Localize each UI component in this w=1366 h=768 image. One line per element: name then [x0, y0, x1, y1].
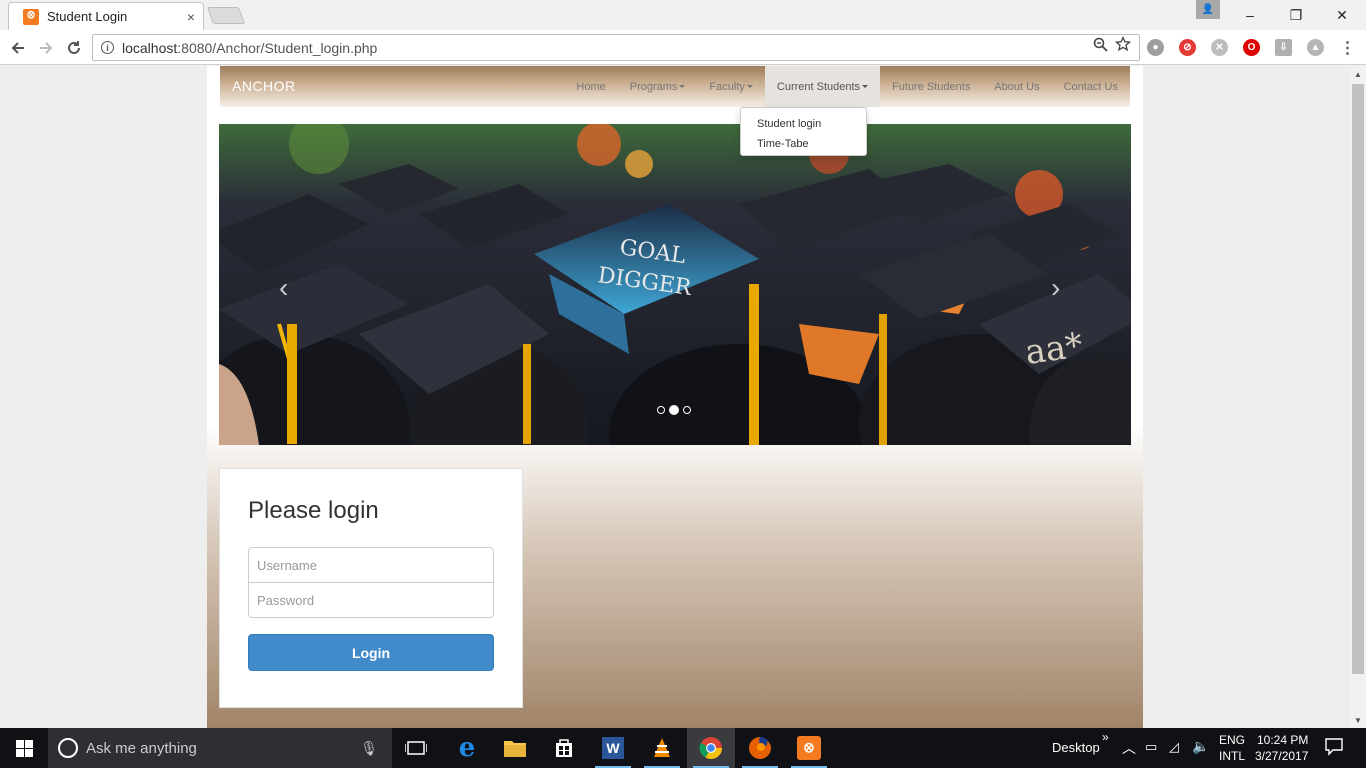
extension-block-icon[interactable]: ⊘: [1179, 39, 1196, 56]
clock-date[interactable]: 3/27/2017: [1255, 749, 1308, 763]
page-scrollbar[interactable]: ▲ ▼: [1350, 66, 1366, 728]
browser-tabstrip: ꕕ Student Login × 👤 – ❐ ✕: [0, 0, 1366, 30]
new-tab-button[interactable]: [206, 7, 246, 24]
action-center-icon[interactable]: [1325, 738, 1343, 759]
clock-time[interactable]: 10:24 PM: [1257, 733, 1308, 747]
caret-down-icon: [862, 85, 869, 88]
login-heading: Please login: [248, 497, 379, 524]
login-panel: Please login Login: [219, 468, 523, 708]
scroll-down-arrow-icon[interactable]: ▼: [1350, 712, 1366, 728]
microphone-icon[interactable]: 🎙: [360, 740, 378, 757]
toolbar-chevron-icon[interactable]: »: [1102, 730, 1109, 744]
language-indicator-bottom[interactable]: INTL: [1219, 749, 1245, 763]
close-window-button[interactable]: ✕: [1319, 0, 1365, 30]
nav-item-home[interactable]: Home: [564, 66, 617, 107]
browser-tab-active[interactable]: ꕕ Student Login ×: [8, 2, 204, 30]
caret-down-icon: [746, 85, 753, 88]
tab-close-icon[interactable]: ×: [187, 9, 195, 25]
site-navbar: ANCHOR Home Programs Faculty Current Stu…: [220, 66, 1130, 107]
dropdown-item-time-table[interactable]: Time-Tabe: [741, 134, 866, 154]
carousel-next-chevron-icon[interactable]: ›: [1051, 272, 1060, 304]
store-icon[interactable]: [540, 728, 588, 768]
url-text: localhost:8080/Anchor/Student_login.php: [122, 39, 378, 56]
extension-cross-icon[interactable]: ✕: [1211, 39, 1228, 56]
site-brand[interactable]: ANCHOR: [232, 78, 296, 94]
cortana-icon: [58, 738, 78, 758]
search-placeholder: Ask me anything: [86, 739, 197, 757]
vlc-icon[interactable]: [638, 728, 686, 768]
svg-text:aa*: aa*: [1023, 325, 1086, 373]
nav-menu: Home Programs Faculty Current Students F…: [564, 66, 1130, 107]
language-indicator-top[interactable]: ENG: [1219, 733, 1245, 747]
image-carousel: GOAL DIGGER aa* ‹ ›: [219, 124, 1131, 445]
reload-icon[interactable]: [62, 36, 86, 60]
password-input[interactable]: [248, 582, 494, 618]
file-explorer-icon[interactable]: [491, 728, 539, 768]
nav-item-about-us[interactable]: About Us: [982, 66, 1051, 107]
nav-item-current-students[interactable]: Current Students: [764, 66, 881, 107]
browser-toolbar: i localhost:8080/Anchor/Student_login.ph…: [0, 30, 1366, 65]
scrollbar-thumb[interactable]: [1352, 84, 1364, 674]
cortana-search-box[interactable]: Ask me anything 🎙: [48, 728, 392, 768]
carousel-prev-chevron-icon[interactable]: ‹: [279, 272, 288, 304]
firefox-icon[interactable]: [736, 728, 784, 768]
nav-item-programs[interactable]: Programs: [618, 66, 698, 107]
drive-extension-icon[interactable]: ▲: [1307, 39, 1324, 56]
xampp-favicon-icon: ꕕ: [23, 8, 39, 25]
graduation-caps-image: GOAL DIGGER aa*: [219, 124, 1131, 445]
network-icon[interactable]: ◿: [1169, 739, 1179, 755]
show-hidden-icons-icon[interactable]: ︿: [1122, 738, 1136, 758]
zoom-icon[interactable]: [1093, 37, 1108, 56]
windows-taskbar: Ask me anything 🎙 e W ꕕ Desktop » ︿ ▭ ◿ …: [0, 728, 1366, 768]
dropdown-item-student-login[interactable]: Student login: [741, 114, 866, 134]
carousel-indicator-1[interactable]: [657, 406, 665, 414]
bookmark-star-icon[interactable]: [1114, 35, 1132, 56]
forward-arrow-icon[interactable]: [34, 36, 58, 60]
menu-dots-icon[interactable]: ⋮: [1339, 39, 1356, 57]
carousel-indicator-2[interactable]: [669, 405, 679, 415]
carousel-indicator-3[interactable]: [683, 406, 691, 414]
current-students-dropdown: Student login Time-Tabe: [740, 107, 867, 156]
profile-icon[interactable]: 👤: [1196, 0, 1220, 19]
chrome-icon[interactable]: [687, 728, 735, 768]
nav-item-faculty[interactable]: Faculty: [697, 66, 764, 107]
start-button[interactable]: [0, 728, 48, 768]
volume-icon[interactable]: 🔈: [1192, 738, 1209, 755]
tab-title: Student Login: [47, 9, 128, 24]
extension-gray-icon[interactable]: ●: [1147, 39, 1164, 56]
task-view-icon[interactable]: [392, 728, 440, 768]
caret-down-icon: [679, 85, 686, 88]
username-input[interactable]: [248, 547, 494, 583]
pdf-extension-icon[interactable]: ⇩: [1275, 39, 1292, 56]
page-container: ANCHOR Home Programs Faculty Current Stu…: [207, 66, 1143, 728]
page-viewport: ANCHOR Home Programs Faculty Current Stu…: [0, 66, 1350, 728]
site-info-icon[interactable]: i: [101, 41, 114, 54]
windows-logo-icon: [15, 739, 33, 757]
opera-icon[interactable]: O: [1243, 39, 1260, 56]
login-button[interactable]: Login: [248, 634, 494, 671]
nav-item-future-students[interactable]: Future Students: [880, 66, 982, 107]
restore-button[interactable]: ❐: [1273, 0, 1319, 30]
minimize-button[interactable]: –: [1227, 0, 1273, 30]
carousel-indicators: [657, 405, 691, 415]
desktop-toolbar-label[interactable]: Desktop: [1052, 740, 1100, 755]
xampp-icon[interactable]: ꕕ: [785, 728, 833, 768]
address-bar[interactable]: i localhost:8080/Anchor/Student_login.ph…: [92, 34, 1140, 61]
word-icon[interactable]: W: [589, 728, 637, 768]
nav-item-contact-us[interactable]: Contact Us: [1052, 66, 1130, 107]
edge-browser-icon[interactable]: e: [443, 728, 491, 768]
scroll-up-arrow-icon[interactable]: ▲: [1350, 66, 1366, 82]
back-arrow-icon[interactable]: [6, 36, 30, 60]
power-icon[interactable]: ▭: [1145, 739, 1157, 755]
